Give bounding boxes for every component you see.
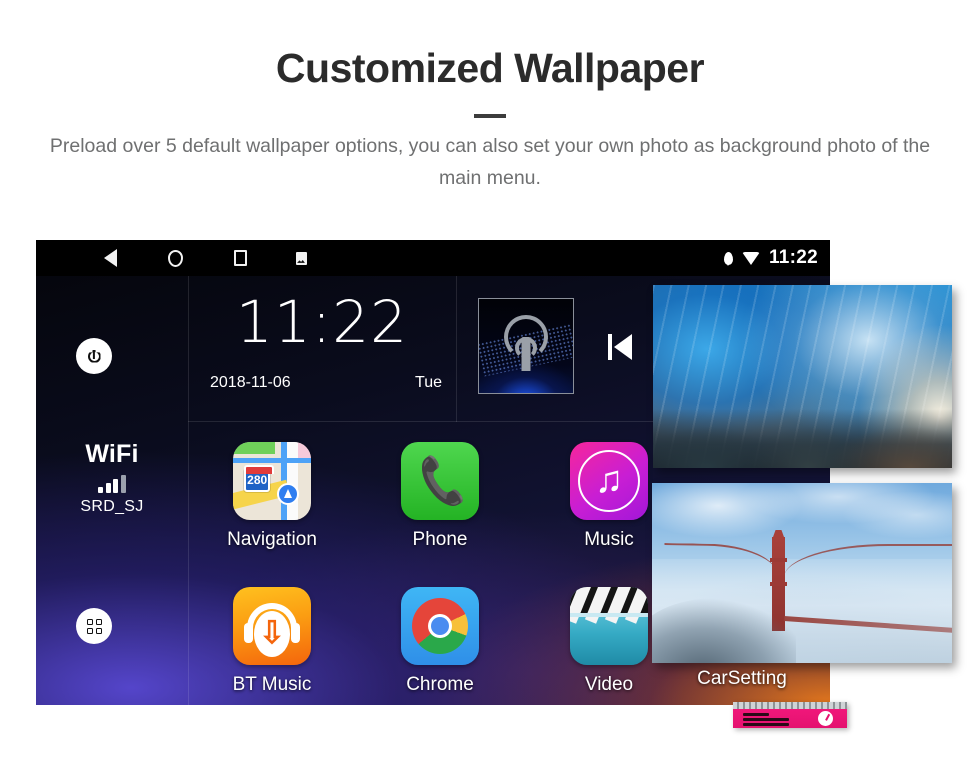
clapperboard-icon: [570, 587, 648, 665]
music-note-icon: ♫: [570, 442, 648, 520]
status-bar-right: 11:22: [723, 240, 818, 276]
clock-meta: 2018-11-06 Tue: [210, 374, 442, 392]
wifi-signal-icon: [36, 475, 188, 493]
title-divider: [474, 114, 506, 118]
clock-widget[interactable]: 11:22 2018-11-06 Tue: [188, 276, 456, 421]
wallpaper-thumb-golden-gate[interactable]: [652, 483, 952, 663]
wifi-title: WiFi: [85, 440, 139, 468]
recents-icon: [233, 250, 247, 266]
music-note-glyph: ♫: [594, 459, 624, 502]
bluetooth-headphones-icon: ⇩: [233, 587, 311, 665]
power-button[interactable]: [76, 338, 112, 374]
app-bt-music[interactable]: ⇩ BT Music: [192, 587, 352, 696]
home-icon: [167, 249, 183, 267]
app-label-bt-music: BT Music: [232, 674, 312, 695]
album-art: [478, 298, 574, 394]
wifi-ssid: SRD_SJ: [80, 498, 144, 515]
clock-weekday: Tue: [415, 374, 442, 391]
back-icon: [103, 249, 117, 267]
apps-grid-icon: [86, 618, 102, 634]
app-label-chrome: Chrome: [406, 674, 474, 695]
bluetooth-glyph: ⇩: [259, 615, 285, 650]
antenna-mast-icon: [521, 337, 531, 371]
app-phone[interactable]: 📞 Phone: [360, 442, 520, 551]
phone-icon: 📞: [401, 442, 479, 520]
clock-date: 2018-11-06: [210, 374, 291, 391]
page-root: Customized Wallpaper Preload over 5 defa…: [0, 0, 980, 758]
home-button[interactable]: [155, 240, 195, 276]
wallpaper-thumb-ice-cave[interactable]: [653, 285, 952, 468]
app-label-navigation: Navigation: [227, 529, 317, 550]
previous-track-icon: [608, 334, 612, 360]
power-icon: [87, 349, 101, 363]
maps-icon: 280: [233, 442, 311, 520]
status-bar: 11:22: [36, 240, 830, 276]
previous-track-icon-arrow: [614, 334, 632, 360]
route-shield-280: 280: [243, 464, 274, 492]
app-label-phone: Phone: [412, 529, 468, 550]
wifi-status-block[interactable]: WiFi SRD_SJ: [36, 440, 188, 516]
app-label-carsetting: CarSetting: [697, 668, 787, 689]
recents-button[interactable]: [220, 240, 260, 276]
pink-widget-card: [733, 702, 847, 728]
handset-glyph: 📞: [413, 453, 474, 509]
screenshot-button[interactable]: [281, 240, 321, 276]
wifi-icon: [741, 251, 760, 265]
page-title: Customized Wallpaper: [275, 45, 705, 91]
all-apps-button[interactable]: [76, 608, 112, 644]
chrome-disc-decor: [412, 598, 468, 654]
back-button[interactable]: [90, 240, 130, 276]
status-bar-clock: 11:22: [768, 247, 818, 268]
location-pin-icon: [723, 251, 733, 265]
power-icon-stem: [92, 349, 96, 359]
app-navigation[interactable]: 280 Navigation: [192, 442, 352, 551]
navigation-arrow-icon: [276, 482, 299, 505]
page-subtitle: Preload over 5 default wallpaper options…: [49, 135, 931, 189]
chrome-icon: [401, 587, 479, 665]
gauge-icon: [818, 711, 833, 726]
previous-track-button[interactable]: [608, 332, 642, 362]
clock-time: 11:22: [235, 288, 409, 356]
screenshot-icon: [295, 251, 307, 265]
head-unit-screen: 11:22 WiFi SRD_SJ 11:22 2018-11-06 Tue 2…: [36, 240, 952, 728]
app-chrome[interactable]: Chrome: [360, 587, 520, 696]
